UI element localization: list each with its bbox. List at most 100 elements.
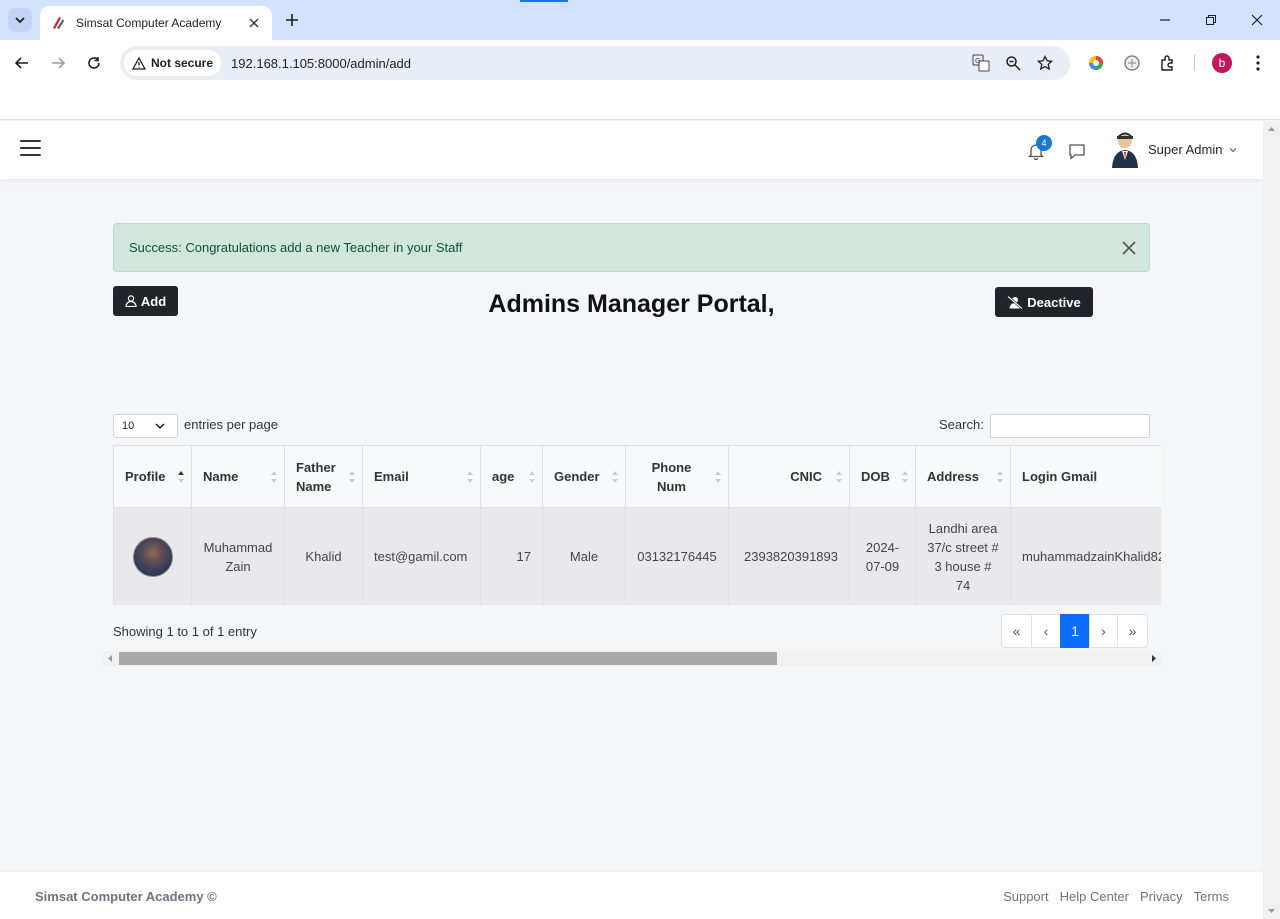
column-header-address[interactable]: Address [915,445,1011,508]
address-bar[interactable]: Not secure 192.168.1.105:8000/admin/add … [120,46,1070,80]
cell-father-name: Khalid [284,507,363,605]
user-name[interactable]: Super Admin [1148,142,1222,157]
close-icon [1251,14,1263,26]
vertical-scrollbar[interactable] [1263,121,1280,919]
sort-icon [612,471,618,483]
column-header-cnic[interactable]: CNIC [728,445,850,508]
more-menu-icon[interactable] [1248,53,1268,73]
tab-close-icon[interactable] [246,15,262,31]
cell-cnic: 2393820391893 [728,507,850,605]
footer: Simsat Computer Academy © Support Help C… [0,871,1263,919]
sort-icon [997,471,1003,483]
extension-puzzle-gray-icon[interactable] [1122,53,1142,73]
column-header-father-name[interactable]: Father Name [284,445,363,508]
success-alert: Success: Congratulations add a new Teach… [113,223,1150,272]
chevron-down-icon[interactable] [1228,145,1238,155]
pagination-first-button[interactable]: « [1001,614,1032,648]
cell-age: 17 [480,507,543,605]
horizontal-scrollbar-thumb[interactable] [119,652,777,665]
admins-table-container: Profile Name Father Name Email age Gende… [113,445,1161,605]
sort-icon [529,471,535,483]
sort-icon [836,471,842,483]
column-header-email[interactable]: Email [362,445,481,508]
cell-email: test@gamil.com [362,507,481,605]
column-header-name[interactable]: Name [191,445,285,508]
back-button[interactable] [12,53,32,73]
table-row: Muhammad Zain Khalid test@gamil.com 17 M… [113,507,1161,605]
bookmarks-bar [0,86,1280,120]
extension-color-icon[interactable] [1086,53,1106,73]
scroll-up-icon[interactable] [1267,125,1276,134]
column-header-profile[interactable]: Profile [113,445,192,508]
sort-icon [178,471,184,483]
column-header-gender[interactable]: Gender [542,445,626,508]
sort-icon [349,471,355,483]
cell-address: Landhi area 37/c street # 3 house # 74 [915,507,1011,605]
url-text[interactable]: 192.168.1.105:8000/admin/add [231,56,411,71]
scroll-right-icon[interactable] [1149,654,1158,663]
horizontal-scrollbar[interactable] [103,651,1161,666]
cell-dob: 2024-07-09 [849,507,916,605]
menu-toggle-icon[interactable] [20,140,41,158]
browser-tab[interactable]: Simsat Computer Academy [40,6,272,40]
sort-icon [271,471,277,483]
chevron-down-icon [155,423,165,430]
tab-title: Simsat Computer Academy [76,16,222,30]
profile-picture[interactable] [132,536,173,577]
chat-icon[interactable] [1068,143,1086,161]
search-label: Search: [939,417,984,432]
cell-phone: 03132176445 [625,507,729,605]
warning-icon [132,56,146,70]
footer-link-help-center[interactable]: Help Center [1060,889,1129,904]
cell-profile [113,507,192,605]
restore-button[interactable] [1201,10,1221,30]
footer-link-support[interactable]: Support [1003,889,1049,904]
avatar[interactable] [1108,130,1140,168]
pagination-next-button[interactable]: › [1089,614,1118,648]
forward-button[interactable] [48,53,68,73]
tab-search-button[interactable] [8,8,32,32]
search-input[interactable] [990,414,1150,438]
pagination-prev-button[interactable]: ‹ [1031,614,1061,648]
table-info: Showing 1 to 1 of 1 entry [113,624,257,639]
svg-text:G: G [975,57,980,65]
profile-avatar-button[interactable]: b [1212,53,1232,73]
security-chip[interactable]: Not secure [124,50,222,76]
column-header-phone[interactable]: Phone Num [625,445,729,508]
sort-icon [467,471,473,483]
pagination-last-button[interactable]: » [1117,614,1148,648]
close-window-button[interactable] [1247,10,1267,30]
minimize-button[interactable] [1155,10,1175,30]
cell-name: Muhammad Zain [191,507,285,605]
notification-badge: 4 [1036,135,1052,151]
page-length-select[interactable]: 10 [113,414,178,438]
bookmark-star-icon[interactable] [1036,54,1054,72]
column-header-login-gmail[interactable]: Login Gmail [1010,445,1161,508]
close-icon[interactable] [1121,240,1137,256]
cell-gender: Male [542,507,626,605]
column-header-age[interactable]: age [480,445,543,508]
page-length-label: entries per page [184,417,278,432]
scroll-left-icon[interactable] [106,654,115,663]
reload-icon [88,57,100,69]
admins-table: Profile Name Father Name Email age Gende… [113,445,1161,605]
extensions-icon[interactable] [1158,53,1178,73]
tab-activity-indicator [520,0,568,2]
pagination: « ‹ 1 › » [1001,614,1148,648]
alert-message: Success: Congratulations add a new Teach… [129,240,463,255]
footer-link-terms[interactable]: Terms [1194,889,1229,904]
pagination-page-1[interactable]: 1 [1060,614,1090,648]
plus-icon [286,14,298,26]
security-label: Not secure [151,56,214,70]
table-header-row: Profile Name Father Name Email age Gende… [113,445,1161,508]
new-tab-button[interactable] [282,10,302,30]
page-title: Admins Manager Portal, [488,290,775,318]
restore-icon [1206,15,1216,25]
translate-icon[interactable]: G [972,54,990,72]
zoom-icon[interactable] [1004,54,1022,72]
column-header-dob[interactable]: DOB [849,445,916,508]
arrow-left-icon [15,57,28,69]
scroll-down-icon[interactable] [1267,906,1276,915]
reload-button[interactable] [84,53,104,73]
footer-link-privacy[interactable]: Privacy [1140,889,1183,904]
